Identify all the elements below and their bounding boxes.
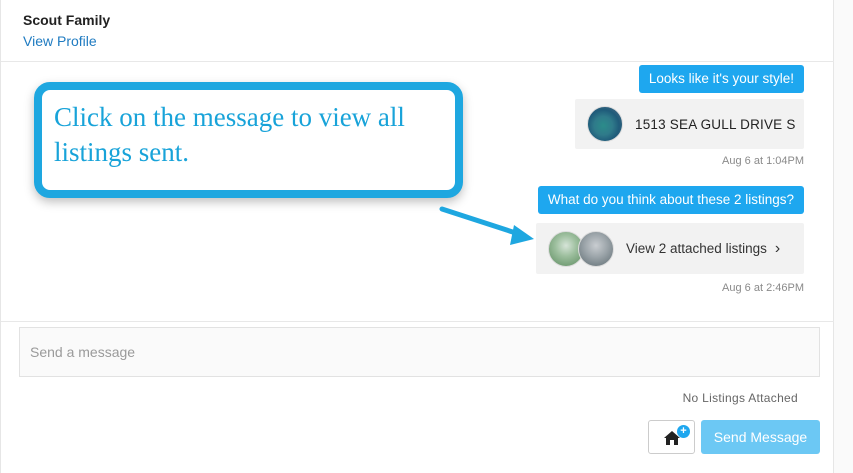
listing-thumbnail bbox=[578, 230, 614, 267]
conversation-header: Scout Family View Profile bbox=[1, 0, 834, 62]
composer-divider bbox=[1, 321, 834, 322]
attach-listing-button[interactable]: + bbox=[648, 420, 695, 454]
contact-name: Scout Family bbox=[23, 12, 111, 28]
tutorial-callout: Click on the message to view all listing… bbox=[34, 82, 463, 198]
listing-address: 1513 SEA GULL DRIVE S bbox=[635, 116, 796, 132]
plus-icon: + bbox=[677, 425, 690, 438]
listing-thumbnail bbox=[587, 106, 623, 142]
scrollbar[interactable] bbox=[834, 0, 853, 473]
conversation-panel: Scout Family View Profile Looks like it'… bbox=[0, 0, 834, 473]
attachments-status: No Listings Attached bbox=[682, 391, 798, 405]
view-attached-listings-label: View 2 attached listings bbox=[626, 241, 767, 256]
attached-listings-card[interactable]: View 2 attached listings › bbox=[536, 223, 804, 274]
callout-text: Click on the message to view all listing… bbox=[54, 102, 405, 167]
callout-arrow-icon bbox=[439, 206, 534, 245]
view-profile-link[interactable]: View Profile bbox=[23, 33, 97, 49]
message-timestamp: Aug 6 at 1:04PM bbox=[722, 155, 804, 167]
message-bubble[interactable]: What do you think about these 2 listings… bbox=[537, 186, 804, 214]
listing-attachment-card[interactable]: 1513 SEA GULL DRIVE S bbox=[575, 99, 804, 149]
send-message-button[interactable]: Send Message bbox=[701, 420, 820, 454]
message-input[interactable] bbox=[19, 327, 820, 377]
listing-thumbnails bbox=[548, 230, 628, 268]
message-bubble[interactable]: Looks like it's your style! bbox=[638, 65, 804, 93]
message-timestamp: Aug 6 at 2:46PM bbox=[722, 282, 804, 294]
chevron-right-icon: › bbox=[774, 239, 781, 257]
